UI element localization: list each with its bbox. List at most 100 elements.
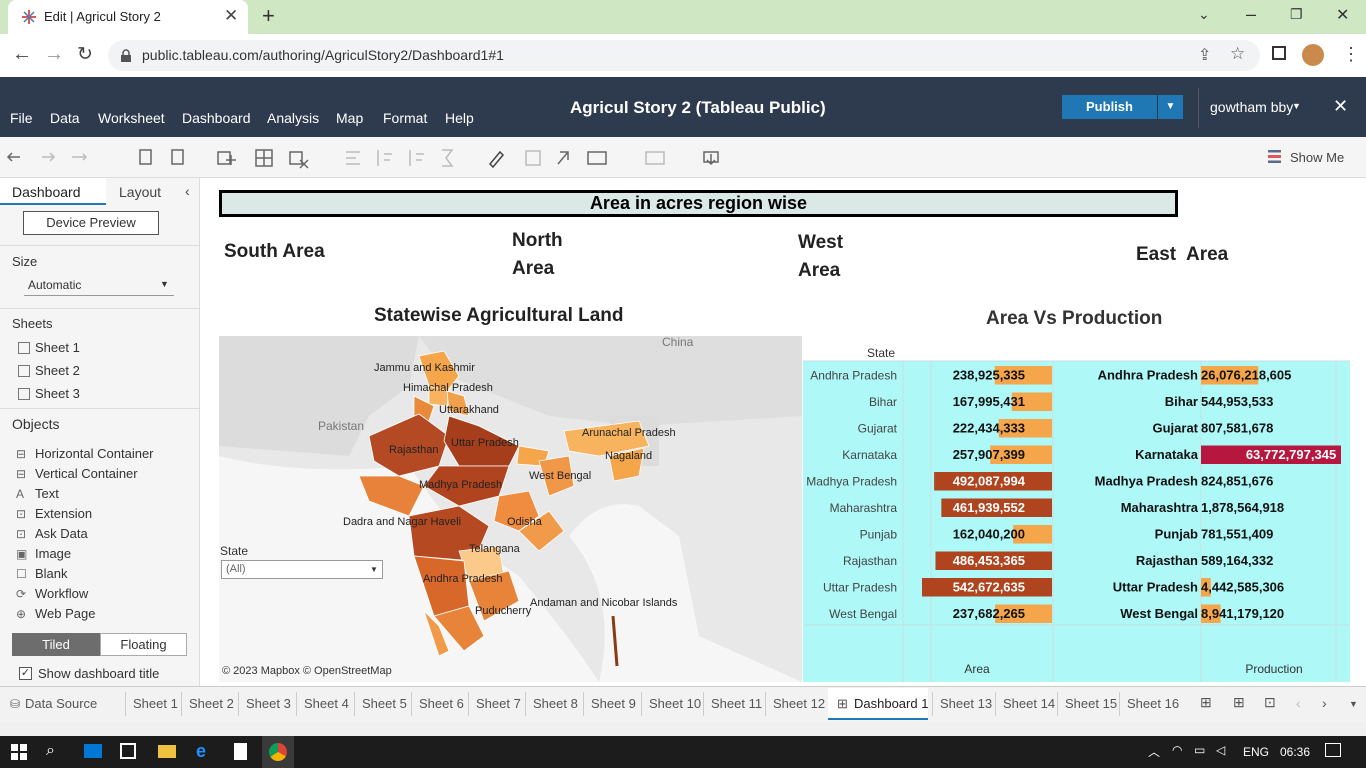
sheet-tab[interactable]: Sheet 6 <box>419 696 464 711</box>
device-preview-button[interactable]: Device Preview <box>23 211 159 235</box>
battery-icon[interactable]: ▭ <box>1194 743 1205 757</box>
minimize-icon[interactable]: – <box>1246 4 1256 25</box>
tab-close-icon[interactable]: ✕ <box>224 6 238 26</box>
show-me-icon[interactable] <box>1268 150 1281 163</box>
new-tab-button[interactable]: + <box>262 3 275 29</box>
sheet-item[interactable]: Sheet 1 <box>18 340 80 355</box>
sheet-item[interactable]: Sheet 3 <box>18 386 80 401</box>
file-explorer-icon[interactable] <box>158 745 176 758</box>
user-chevron-icon[interactable]: ▼ <box>1292 101 1301 111</box>
tab-layout[interactable]: Layout <box>119 184 161 200</box>
data-source-tab[interactable]: Data Source <box>25 696 97 711</box>
store-icon[interactable] <box>120 743 136 759</box>
state-filter-select[interactable]: (All) ▼ <box>221 560 383 579</box>
sheet-tab[interactable]: Sheet 15 <box>1065 696 1117 711</box>
sheet-tab[interactable]: Sheet 9 <box>591 696 636 711</box>
active-sheet-tab[interactable]: Dashboard 1 <box>854 696 928 711</box>
database-icon: ⛁ <box>10 697 21 711</box>
menu-worksheet[interactable]: Worksheet <box>98 110 165 126</box>
object-item[interactable]: ▣ Image <box>16 546 196 561</box>
show-me-button[interactable]: Show Me <box>1290 150 1344 165</box>
scroll-left-icon[interactable]: ‹ <box>1296 695 1301 711</box>
back-icon[interactable]: ← <box>12 43 32 66</box>
scroll-right-icon[interactable]: › <box>1322 695 1327 711</box>
menu-file[interactable]: File <box>10 110 33 126</box>
tiled-button[interactable]: Tiled <box>12 633 100 656</box>
object-item[interactable]: ⟳ Workflow <box>16 586 196 601</box>
publish-button[interactable]: Publish <box>1062 95 1157 119</box>
menu-help[interactable]: Help <box>445 110 474 126</box>
browser-menu-icon[interactable]: ⋮ <box>1342 44 1360 65</box>
avatar[interactable] <box>1302 44 1324 66</box>
object-item[interactable]: A Text <box>16 486 196 501</box>
side-panel-icon[interactable] <box>1272 46 1286 60</box>
chevron-down-icon: ▼ <box>160 279 169 289</box>
tray-chevron-icon[interactable]: ︿ <box>1148 743 1160 760</box>
browser-tab[interactable]: Edit | Agricul Story 2 ✕ <box>8 0 248 34</box>
area-axis-label: Area <box>964 662 990 676</box>
tabs-menu-icon[interactable]: ▼ <box>1349 699 1358 709</box>
window-close-icon[interactable]: ✕ <box>1336 5 1349 25</box>
menu-map[interactable]: Map <box>336 110 363 126</box>
menu-data[interactable]: Data <box>50 110 80 126</box>
object-item[interactable]: ⊡ Ask Data <box>16 526 196 541</box>
new-story-tab-icon[interactable]: ⊡ <box>1264 694 1276 711</box>
state-label: Uttar Pradesh <box>823 580 897 594</box>
close-authoring-icon[interactable]: ✕ <box>1333 96 1348 117</box>
sheet-tab[interactable]: Sheet 5 <box>362 696 407 711</box>
user-menu[interactable]: gowtham bby <box>1210 99 1293 115</box>
sheet-tab[interactable]: Sheet 12 <box>773 696 825 711</box>
chrome-taskbar-button[interactable] <box>262 736 294 768</box>
volume-icon[interactable]: ◁ <box>1216 743 1225 757</box>
object-item[interactable]: ☐ Blank <box>16 566 196 581</box>
object-item[interactable]: ⊕ Web Page <box>16 606 196 621</box>
tab-search-chevron-icon[interactable]: ⌄ <box>1198 6 1210 23</box>
notifications-icon[interactable] <box>1325 743 1341 757</box>
search-icon[interactable]: ⌕ <box>46 742 55 760</box>
bookmark-star-icon[interactable]: ☆ <box>1230 44 1245 64</box>
forward-icon[interactable]: → <box>44 43 64 66</box>
new-worksheet-tab-icon[interactable]: ⊞ <box>1200 694 1212 711</box>
sheet-item[interactable]: Sheet 2 <box>18 363 80 378</box>
sheet-tab[interactable]: Sheet 1 <box>133 696 178 711</box>
publish-dropdown-icon[interactable]: ▼ <box>1158 95 1183 119</box>
map-view[interactable]: Jammu and Kashmir Himachal Pradesh Uttarak… <box>219 336 802 682</box>
share-icon[interactable]: ⇪ <box>1198 45 1211 65</box>
sheet-tab[interactable]: Sheet 2 <box>189 696 234 711</box>
menu-format[interactable]: Format <box>383 110 427 126</box>
object-item[interactable]: ⊟ Horizontal Container <box>16 446 196 461</box>
map-label: Nagaland <box>605 450 652 462</box>
show-title-checkbox[interactable]: ✓ <box>19 667 32 680</box>
notepad-icon[interactable] <box>234 743 247 760</box>
url-field[interactable]: public.tableau.com/authoring/AgriculStor… <box>108 40 1260 71</box>
sheet-tab[interactable]: Sheet 4 <box>304 696 349 711</box>
tab-dashboard[interactable]: Dashboard <box>12 184 81 200</box>
edge-icon[interactable]: e <box>196 741 206 762</box>
area-vs-production-table[interactable]: State Andhra Pradesh 238,925,335 Andhra Pra… <box>803 342 1350 682</box>
floating-button[interactable]: Floating <box>100 633 187 656</box>
reload-icon[interactable]: ↻ <box>77 43 93 66</box>
sheet-tab[interactable]: Sheet 7 <box>476 696 521 711</box>
object-item[interactable]: ⊟ Vertical Container <box>16 466 196 481</box>
sheet-tab[interactable]: Sheet 14 <box>1003 696 1055 711</box>
sheet-tab[interactable]: Sheet 8 <box>533 696 578 711</box>
sheet-tab[interactable]: Sheet 10 <box>649 696 701 711</box>
restore-icon[interactable]: ❐ <box>1290 6 1303 23</box>
language-indicator[interactable]: ENG <box>1243 745 1269 759</box>
mail-icon[interactable] <box>84 744 102 758</box>
windows-start-icon[interactable] <box>11 744 27 760</box>
collapse-chevron-icon[interactable]: ‹ <box>185 183 190 199</box>
menu-analysis[interactable]: Analysis <box>267 110 319 126</box>
sheet-tab[interactable]: Sheet 13 <box>940 696 992 711</box>
sheet-tab[interactable]: Sheet 3 <box>246 696 291 711</box>
menu-dashboard[interactable]: Dashboard <box>182 110 251 126</box>
clock[interactable]: 06:36 <box>1280 745 1310 759</box>
new-dashboard-tab-icon[interactable]: ⊞ <box>1233 694 1245 711</box>
sheet-tab[interactable]: Sheet 16 <box>1127 696 1179 711</box>
sheet-tab[interactable]: Sheet 11 <box>711 696 762 711</box>
size-select[interactable]: Automatic ▼ <box>24 277 174 296</box>
image-icon: ▣ <box>16 547 28 561</box>
state-label: Punjab <box>860 527 898 541</box>
wifi-icon[interactable]: ◠ <box>1172 743 1182 757</box>
object-item[interactable]: ⊡ Extension <box>16 506 196 521</box>
